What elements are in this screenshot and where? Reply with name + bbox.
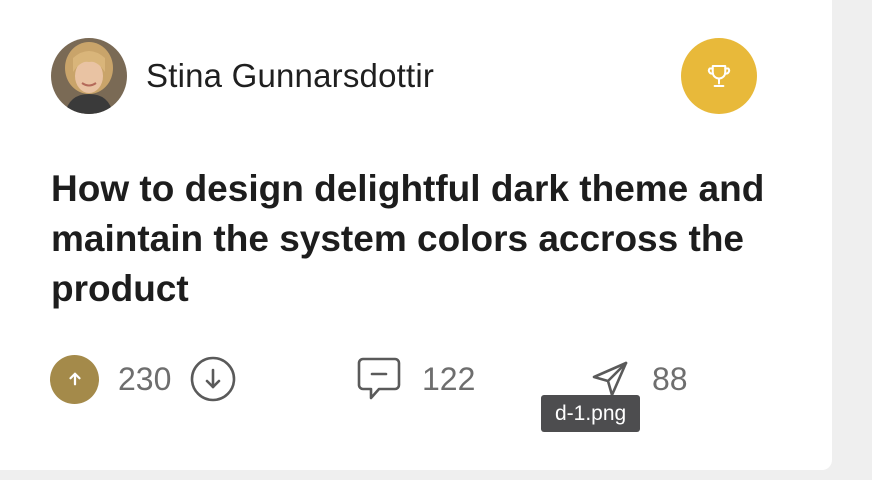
upvote-count: 230 <box>118 360 172 397</box>
vote-group: 230 <box>50 354 236 404</box>
share-count: 88 <box>652 360 688 397</box>
post-card: Stina Gunnarsdottir How to design deligh… <box>0 0 832 470</box>
upvote-button[interactable] <box>50 354 99 404</box>
post-title[interactable]: How to design delightful dark theme and … <box>51 164 791 314</box>
author-info[interactable]: Stina Gunnarsdottir <box>51 38 434 114</box>
author-name[interactable]: Stina Gunnarsdottir <box>146 57 434 95</box>
avatar-image <box>51 38 127 114</box>
comment-icon <box>357 357 401 400</box>
filename-tooltip: d-1.png <box>541 395 641 432</box>
downvote-button[interactable] <box>190 356 236 402</box>
arrow-down-icon <box>191 356 236 402</box>
comment-count: 122 <box>422 360 476 397</box>
trophy-icon <box>707 65 731 87</box>
avatar[interactable] <box>51 38 127 114</box>
comments-group[interactable]: 122 <box>355 354 475 404</box>
arrow-up-icon <box>68 372 81 386</box>
send-icon <box>592 361 628 397</box>
award-badge[interactable] <box>681 38 757 114</box>
